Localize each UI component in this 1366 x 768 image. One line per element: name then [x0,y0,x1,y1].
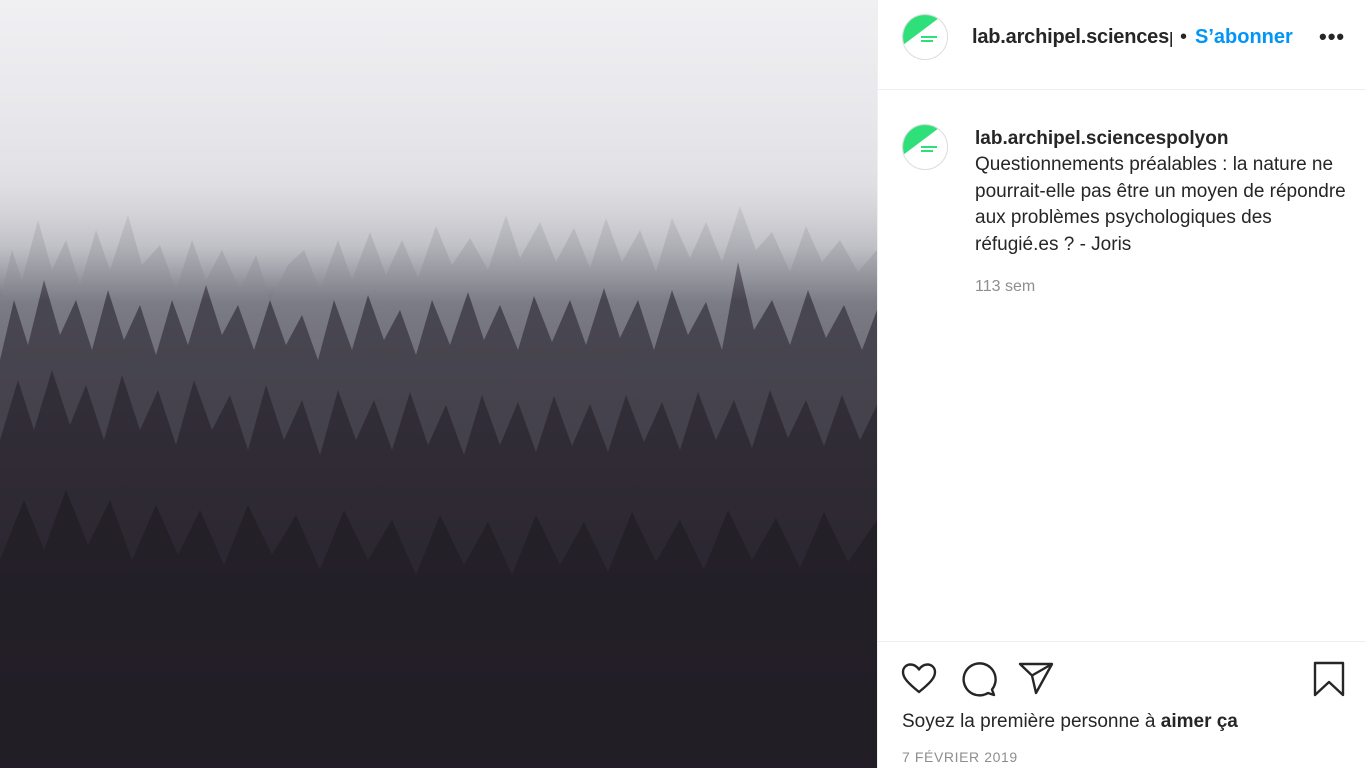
post-side-panel: lab.archipel.sciencespolyon • S’abonner … [877,0,1366,768]
post-actions-bar: Soyez la première personne à aimer ça 7 … [878,641,1366,768]
archipel-logo-icon [903,125,947,169]
header-username[interactable]: lab.archipel.sciencespolyon [972,26,1172,49]
post-header: lab.archipel.sciencespolyon • S’abonner … [878,0,1366,90]
foggy-forest-image [0,0,877,768]
caption-username[interactable]: lab.archipel.sciencespolyon [975,128,1228,150]
caption-text: Questionnements préalables : la nature n… [975,154,1346,255]
paper-plane-icon[interactable] [1017,660,1055,698]
comment-icon[interactable] [959,660,997,698]
likes-summary: Soyez la première personne à aimer ça [902,711,1238,733]
header-separator: • [1180,26,1188,48]
profile-avatar[interactable] [902,14,948,60]
more-options-icon[interactable]: ••• [1319,24,1345,50]
like-link[interactable]: aimer ça [1161,711,1238,732]
post-date[interactable]: 7 FÉVRIER 2019 [902,749,1018,765]
likes-prefix: Soyez la première personne à [902,711,1161,732]
post-photo [0,0,877,768]
caption-avatar[interactable] [902,124,948,170]
caption-time-ago[interactable]: 113 sem [975,278,1035,296]
archipel-logo-icon [903,15,947,59]
heart-icon[interactable] [900,660,938,698]
bookmark-icon[interactable] [1310,660,1348,698]
follow-button[interactable]: S’abonner [1195,26,1293,49]
